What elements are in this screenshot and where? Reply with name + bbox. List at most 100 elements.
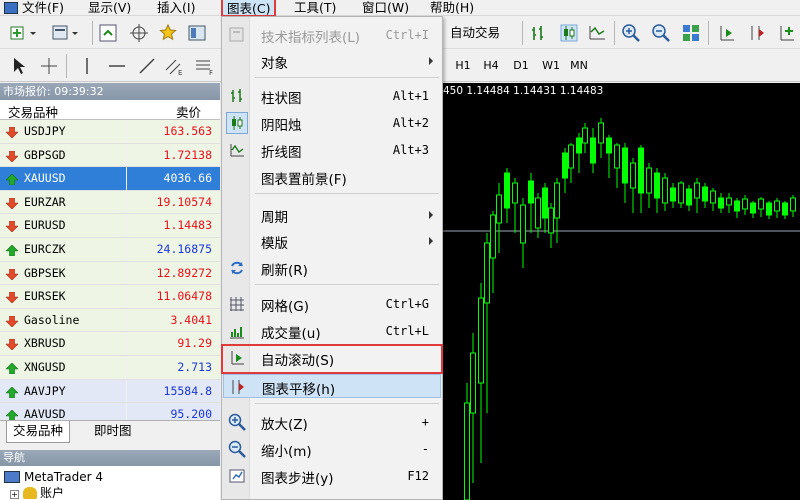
menu-item-label: 刷新(R) bbox=[261, 263, 308, 279]
menu-file[interactable]: 文件(F) bbox=[4, 0, 64, 16]
tile-windows-button[interactable] bbox=[680, 22, 702, 44]
menu-window[interactable]: 窗口(W) bbox=[362, 0, 409, 16]
timeframe-label: H1 bbox=[455, 59, 471, 72]
fibonacci-button[interactable]: F bbox=[194, 55, 216, 77]
zoom-out-button[interactable] bbox=[650, 22, 672, 44]
market-watch-row[interactable]: EURCZK 24.16875 bbox=[0, 237, 220, 262]
symbol-name: EURUSD bbox=[24, 218, 66, 233]
favorites-button[interactable] bbox=[157, 22, 179, 44]
menu-item-shortcut: + bbox=[421, 415, 429, 429]
market-watch-button[interactable] bbox=[97, 22, 119, 44]
line-chart-button[interactable] bbox=[586, 22, 608, 44]
market-watch-row[interactable]: USDJPY 163.563 bbox=[0, 120, 220, 144]
toolbar-separator bbox=[708, 21, 709, 45]
chart-shift-icon bbox=[232, 380, 244, 394]
col-symbol-header[interactable]: 交易品种 bbox=[8, 102, 58, 121]
horizontal-line-button[interactable] bbox=[106, 55, 128, 77]
crosshair-icon bbox=[41, 58, 57, 74]
menu-insert[interactable]: 插入(I) bbox=[157, 0, 195, 16]
timeframe-mn-button[interactable]: MN bbox=[566, 58, 592, 74]
menu-item-auto-scroll[interactable]: 自动滚动(S) bbox=[221, 344, 443, 374]
menu-item-label: 模版 bbox=[261, 236, 288, 252]
menu-view[interactable]: 显示(V) bbox=[88, 0, 131, 16]
market-watch-row[interactable]: AAVJPY 15584.8 bbox=[0, 379, 220, 404]
menu-item-label: 对象 bbox=[261, 56, 288, 72]
menu-item-foreground-chart[interactable]: 图表置前景(F) bbox=[223, 165, 441, 189]
timeframe-h4-button[interactable]: H4 bbox=[480, 58, 502, 74]
symbol-cell: GBPSEK bbox=[0, 261, 126, 285]
timeframe-w1-button[interactable]: W1 bbox=[539, 58, 563, 74]
bid-price-cell: 19.10574 bbox=[127, 190, 220, 214]
arrow-down-icon bbox=[6, 221, 18, 233]
menu-charts[interactable]: 图表(C) bbox=[221, 0, 277, 17]
timeframe-h1-button[interactable]: H1 bbox=[452, 58, 474, 74]
market-watch-row[interactable]: GBPSEK 12.89272 bbox=[0, 261, 220, 286]
menu-item-candlesticks[interactable]: 阴阳烛 Alt+2 bbox=[223, 111, 441, 135]
menu-item-line-chart[interactable]: 折线图 Alt+3 bbox=[223, 138, 441, 162]
price-chart[interactable]: 450 1.14484 1.14431 1.14483 bbox=[443, 83, 800, 500]
market-watch-row[interactable]: Gasoline 3.4041 bbox=[0, 308, 220, 333]
terminal-button[interactable] bbox=[186, 22, 208, 44]
bid-price-cell: 11.06478 bbox=[127, 285, 220, 308]
timeframe-d1-button[interactable]: D1 bbox=[510, 58, 532, 74]
market-watch-row[interactable]: GBPSGD 1.72138 bbox=[0, 143, 220, 168]
crosshair-button[interactable] bbox=[128, 22, 150, 44]
candle bbox=[464, 383, 470, 500]
indicators-button[interactable] bbox=[776, 22, 798, 44]
tab-tick-chart[interactable]: 即时图 bbox=[88, 421, 138, 443]
menu-help[interactable]: 帮助(H) bbox=[430, 0, 474, 16]
profiles-button[interactable] bbox=[48, 22, 82, 44]
menu-item-zoom-out[interactable]: 缩小(m) - bbox=[223, 437, 441, 461]
terminal-icon bbox=[188, 25, 206, 41]
navigator-root[interactable]: MetaTrader 4 bbox=[4, 469, 103, 485]
market-watch-row[interactable]: EURSEK 11.06478 bbox=[0, 285, 220, 309]
navigator-accounts[interactable]: + 账户 bbox=[10, 485, 64, 500]
tab-symbols-label: 交易品种 bbox=[13, 423, 64, 438]
menu-item-bar-chart[interactable]: 柱状图 Alt+1 bbox=[223, 84, 441, 108]
menu-item-refresh[interactable]: 刷新(R) bbox=[223, 256, 441, 280]
candlestick-button[interactable] bbox=[558, 22, 580, 44]
auto-scroll-button[interactable] bbox=[716, 22, 738, 44]
arrow-down-icon bbox=[6, 315, 18, 327]
timeframe-label: W1 bbox=[542, 59, 560, 72]
zoom-in-button[interactable] bbox=[620, 22, 642, 44]
vertical-line-button[interactable] bbox=[76, 55, 98, 77]
symbol-name: EURCZK bbox=[24, 241, 66, 256]
menu-item-step[interactable]: 图表步进(y) F12 bbox=[223, 464, 441, 488]
menu-item-volumes[interactable]: 成交量(u) Ctrl+L bbox=[223, 319, 441, 343]
cursor-button[interactable] bbox=[8, 55, 30, 77]
candle bbox=[758, 197, 764, 217]
menu-item-periodicity[interactable]: 周期 bbox=[223, 203, 441, 227]
bar-chart-button[interactable] bbox=[528, 22, 550, 44]
arrow-down-icon bbox=[6, 197, 18, 209]
zoom-in-icon bbox=[622, 24, 640, 42]
bid-price-cell: 163.563 bbox=[127, 120, 220, 143]
candle bbox=[528, 173, 534, 233]
menu-item-grid[interactable]: 网格(G) Ctrl+G bbox=[223, 292, 441, 316]
market-watch-row[interactable]: EURUSD 1.14483 bbox=[0, 214, 220, 238]
new-chart-button[interactable] bbox=[6, 22, 40, 44]
symbol-name: AAVJPY bbox=[24, 383, 66, 398]
candle bbox=[590, 128, 596, 173]
equidistant-channel-button[interactable]: E bbox=[164, 55, 186, 77]
menu-item-indicator-list[interactable]: 技术指标列表(L) Ctrl+I bbox=[223, 23, 441, 47]
crosshair-tool-button[interactable] bbox=[38, 55, 60, 77]
symbol-cell: USDJPY bbox=[0, 120, 126, 143]
market-watch-row[interactable]: XNGUSD 2.713 bbox=[0, 355, 220, 380]
menu-item-template[interactable]: 模版 bbox=[223, 229, 441, 253]
menu-tools[interactable]: 工具(T) bbox=[294, 0, 336, 16]
cursor-icon bbox=[14, 58, 25, 74]
menu-item-chart-shift[interactable]: 图表平移(h) bbox=[223, 374, 441, 398]
market-watch-row[interactable]: XBRUSD 91.29 bbox=[0, 332, 220, 356]
arrow-up-icon bbox=[6, 244, 18, 256]
auto-trading-button[interactable]: 自动交易 bbox=[447, 23, 503, 43]
chart-shift-button[interactable] bbox=[746, 22, 768, 44]
market-watch-row[interactable]: EURZAR 19.10574 bbox=[0, 190, 220, 215]
menu-item-zoom-in[interactable]: 放大(Z) + bbox=[223, 410, 441, 434]
tab-symbols[interactable]: 交易品种 bbox=[6, 421, 71, 443]
trendline-icon bbox=[139, 58, 155, 74]
market-watch-row[interactable]: XAUUSD 4036.66 bbox=[0, 167, 220, 191]
menu-item-objects[interactable]: 对象 bbox=[223, 49, 441, 73]
col-bid-header[interactable]: 卖价 bbox=[176, 102, 201, 121]
trendline-button[interactable] bbox=[136, 55, 158, 77]
